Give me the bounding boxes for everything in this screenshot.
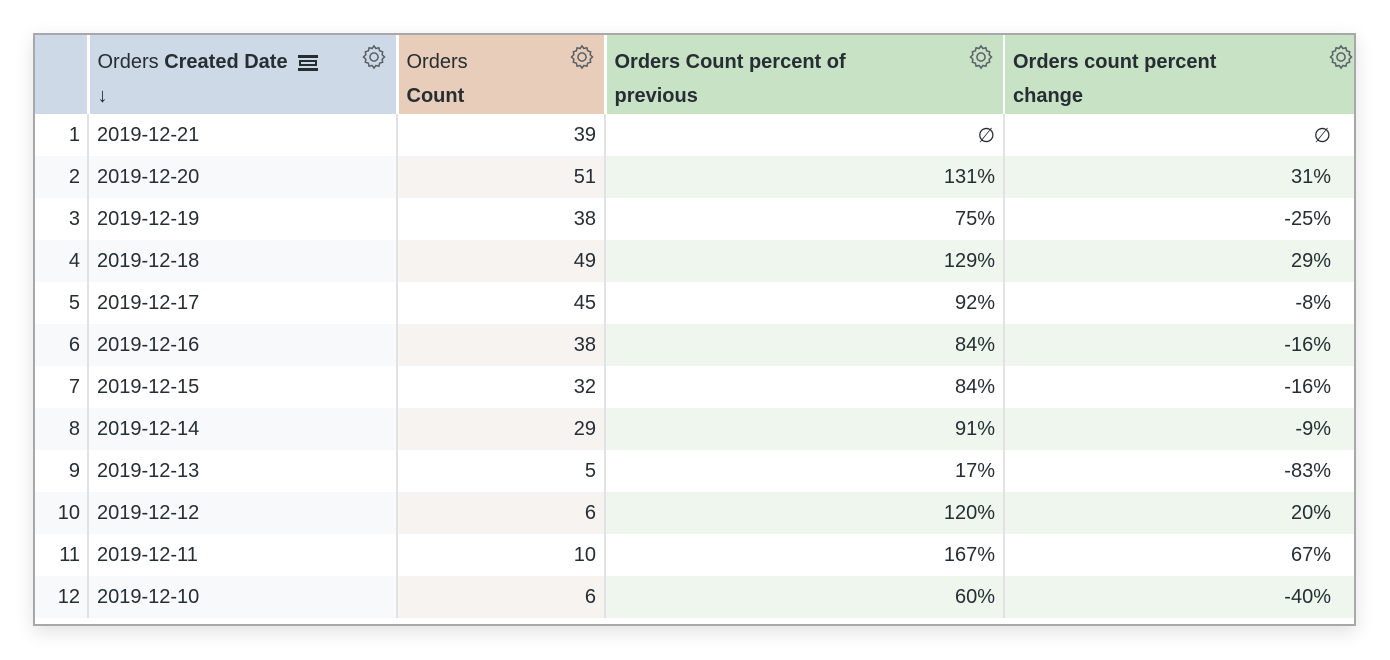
row-index[interactable]: 7 (35, 366, 89, 408)
cell-created-date[interactable]: 2019-12-20 (88, 156, 398, 198)
table-row: 9 2019-12-13 5 17% -83% (35, 450, 1354, 492)
cell-created-date[interactable]: 2019-12-17 (88, 282, 398, 324)
column-header-orders-count[interactable]: Orders Count (397, 35, 607, 114)
row-index[interactable]: 10 (35, 492, 89, 534)
table-row: 10 2019-12-12 6 120% 20% (35, 492, 1354, 534)
table-row: 1 2019-12-21 39 ∅ ∅ (35, 114, 1354, 156)
cell-created-date[interactable]: 2019-12-16 (88, 324, 398, 366)
gear-icon[interactable] (360, 43, 388, 71)
header-prefix: Orders (97, 51, 159, 73)
table-row: 11 2019-12-11 10 167% 67% (35, 534, 1354, 576)
cell-percent-of-previous[interactable]: 84% (605, 366, 1005, 408)
cell-percent-change[interactable]: 31% (1004, 156, 1354, 198)
cell-percent-of-previous[interactable]: 60% (605, 576, 1005, 618)
column-header-percent-change[interactable]: Orders count percent change (1004, 35, 1355, 114)
cell-created-date[interactable]: 2019-12-11 (88, 534, 398, 576)
header-label: Orders Count percent of (614, 51, 846, 73)
cell-percent-of-previous[interactable]: 75% (605, 198, 1005, 240)
dimension-group-icon (298, 54, 319, 71)
cell-percent-of-previous[interactable]: 91% (605, 408, 1005, 450)
cell-created-date[interactable]: 2019-12-14 (88, 408, 398, 450)
row-index[interactable]: 5 (35, 282, 89, 324)
sort-descending-icon[interactable]: ↓ (98, 85, 108, 107)
cell-orders-count[interactable]: 51 (397, 156, 606, 198)
cell-orders-count[interactable]: 6 (397, 492, 606, 534)
table-body: 1 2019-12-21 39 ∅ ∅ 2 2019-12-20 51 131% 31% 3 2019… (35, 114, 1354, 618)
cell-percent-change[interactable]: 67% (1004, 534, 1354, 576)
header-field: Count (406, 85, 465, 107)
cell-created-date[interactable]: 2019-12-13 (88, 450, 398, 492)
header-field: Created Date (164, 51, 288, 73)
header-prefix: Orders (406, 51, 468, 73)
column-header-percent-of-previous[interactable]: Orders Count percent of previous (605, 35, 1005, 114)
cell-percent-change[interactable]: 20% (1004, 492, 1354, 534)
cell-percent-change[interactable]: -40% (1004, 576, 1354, 618)
row-index[interactable]: 6 (35, 324, 89, 366)
cell-created-date[interactable]: 2019-12-12 (88, 492, 398, 534)
row-index[interactable]: 8 (35, 408, 89, 450)
table-row: 7 2019-12-15 32 84% -16% (35, 366, 1354, 408)
cell-orders-count[interactable]: 29 (397, 408, 606, 450)
cell-orders-count[interactable]: 6 (397, 576, 606, 618)
row-index[interactable]: 1 (35, 114, 89, 156)
cell-orders-count[interactable]: 38 (397, 324, 606, 366)
cell-percent-change[interactable]: 29% (1004, 240, 1354, 282)
row-index[interactable]: 2 (35, 156, 89, 198)
cell-percent-of-previous[interactable]: 167% (605, 534, 1005, 576)
cell-percent-of-previous[interactable]: ∅ (605, 114, 1005, 156)
row-index[interactable]: 11 (35, 534, 89, 576)
row-index[interactable]: 9 (35, 450, 89, 492)
cell-percent-change[interactable]: -25% (1004, 198, 1354, 240)
cell-percent-change[interactable]: -16% (1004, 324, 1354, 366)
cell-orders-count[interactable]: 32 (397, 366, 606, 408)
table-row: 12 2019-12-10 6 60% -40% (35, 576, 1354, 618)
table-row: 2 2019-12-20 51 131% 31% (35, 156, 1354, 198)
header-row: Orders Created Date ↓ Orders Count Order… (35, 35, 1355, 114)
row-index-header (35, 35, 90, 114)
cell-created-date[interactable]: 2019-12-10 (88, 576, 398, 618)
cell-percent-of-previous[interactable]: 120% (605, 492, 1005, 534)
cell-percent-of-previous[interactable]: 17% (605, 450, 1005, 492)
cell-percent-change[interactable]: -83% (1004, 450, 1354, 492)
cell-created-date[interactable]: 2019-12-18 (88, 240, 398, 282)
table-row: 5 2019-12-17 45 92% -8% (35, 282, 1354, 324)
cell-percent-change[interactable]: ∅ (1004, 114, 1354, 156)
cell-orders-count[interactable]: 45 (397, 282, 606, 324)
cell-percent-of-previous[interactable]: 92% (605, 282, 1005, 324)
table-row: 6 2019-12-16 38 84% -16% (35, 324, 1354, 366)
cell-created-date[interactable]: 2019-12-15 (88, 366, 398, 408)
cell-percent-of-previous[interactable]: 129% (605, 240, 1005, 282)
gear-icon[interactable] (1327, 43, 1355, 71)
table-row: 8 2019-12-14 29 91% -9% (35, 408, 1354, 450)
table-row: 3 2019-12-19 38 75% -25% (35, 198, 1354, 240)
cell-created-date[interactable]: 2019-12-21 (88, 114, 398, 156)
cell-orders-count[interactable]: 5 (397, 450, 606, 492)
row-index[interactable]: 4 (35, 240, 89, 282)
cell-orders-count[interactable]: 49 (397, 240, 606, 282)
data-table-panel: Orders Created Date ↓ Orders Count Order… (33, 33, 1356, 626)
cell-percent-change[interactable]: -8% (1004, 282, 1354, 324)
row-index[interactable]: 3 (35, 198, 89, 240)
table-row: 4 2019-12-18 49 129% 29% (35, 240, 1354, 282)
cell-percent-change[interactable]: -9% (1004, 408, 1354, 450)
cell-orders-count[interactable]: 38 (397, 198, 606, 240)
cell-percent-of-previous[interactable]: 131% (605, 156, 1005, 198)
gear-icon[interactable] (568, 43, 596, 71)
results-table: Orders Created Date ↓ Orders Count Order… (35, 35, 1355, 618)
cell-percent-of-previous[interactable]: 84% (605, 324, 1005, 366)
cell-orders-count[interactable]: 10 (397, 534, 606, 576)
header-label-line2: previous (614, 85, 698, 107)
header-label: Orders count percent (1013, 51, 1217, 73)
row-index[interactable]: 12 (35, 576, 89, 618)
cell-orders-count[interactable]: 39 (397, 114, 606, 156)
gear-icon[interactable] (967, 43, 995, 71)
header-label-line2: change (1013, 85, 1084, 107)
cell-created-date[interactable]: 2019-12-19 (88, 198, 398, 240)
cell-percent-change[interactable]: -16% (1004, 366, 1354, 408)
column-header-created-date[interactable]: Orders Created Date ↓ (88, 35, 399, 114)
